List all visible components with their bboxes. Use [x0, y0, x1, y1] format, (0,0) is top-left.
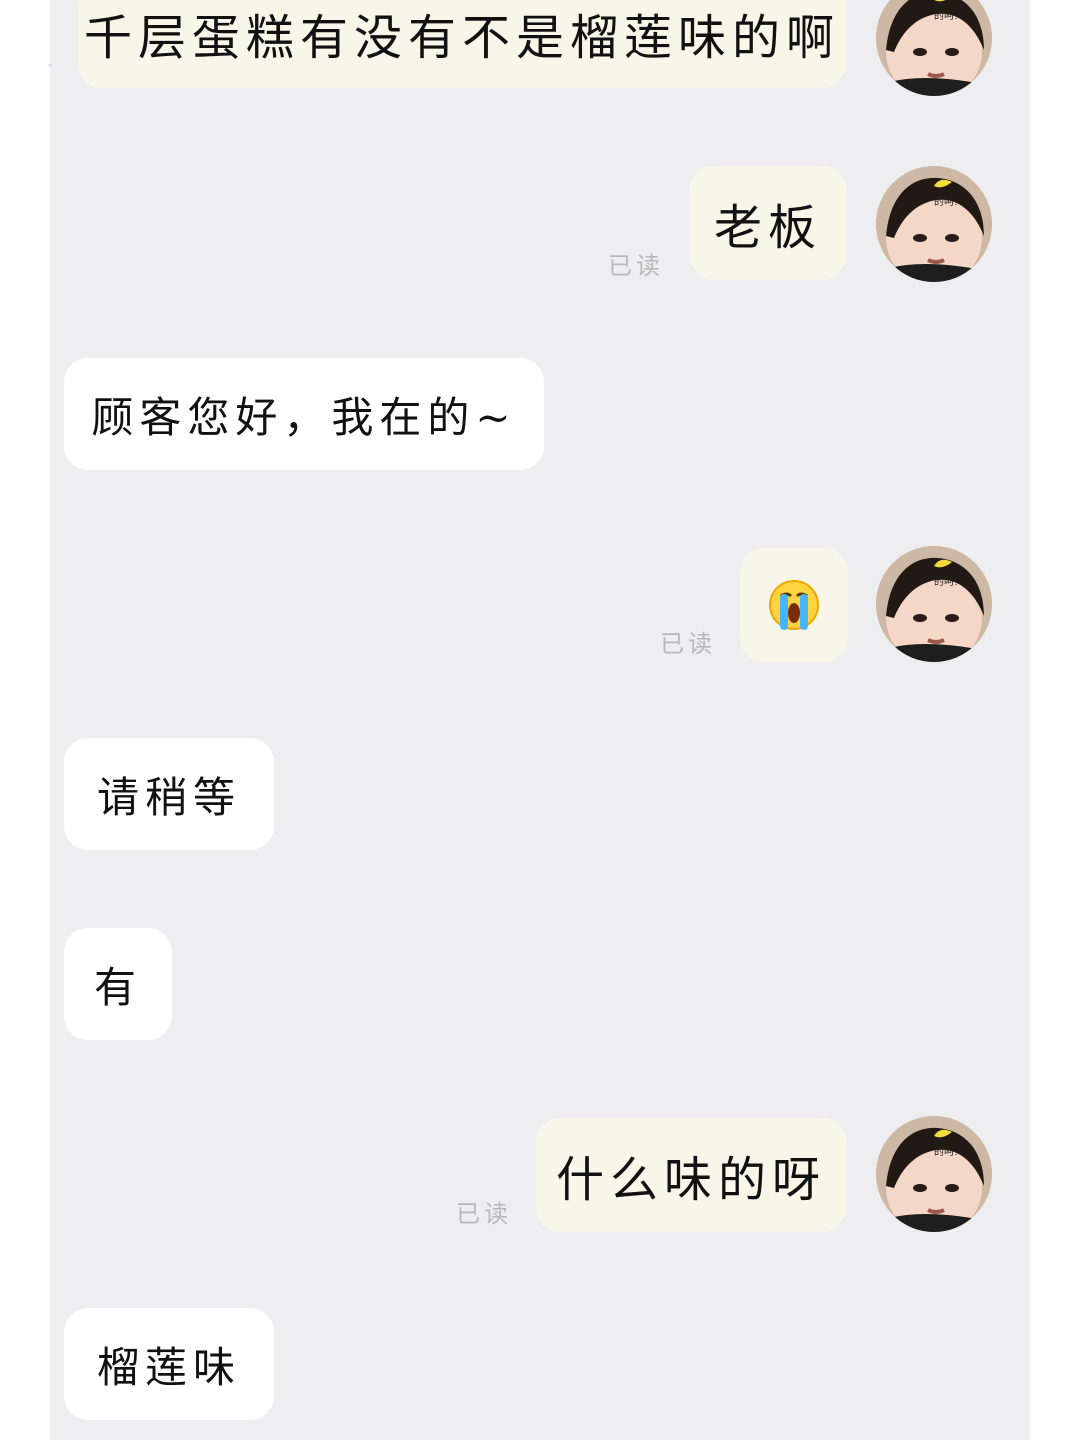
read-status-label: 已读 — [608, 252, 664, 280]
avatar[interactable]: 的呵! — [876, 1116, 992, 1232]
message-bubble: 什么味的呀 — [536, 1118, 846, 1232]
message-outgoing[interactable]: 什么味的呀 — [536, 1118, 846, 1232]
avatar[interactable]: 的呵! — [876, 166, 992, 282]
message-incoming[interactable]: 请稍等 — [64, 738, 274, 850]
edge-mark: ˇ — [47, 63, 53, 77]
avatar-caption: 的呵! — [934, 575, 958, 588]
message-bubble: 千层蛋糕有没有不是榴莲味的啊 — [78, 0, 846, 88]
message-outgoing[interactable] — [740, 548, 848, 662]
avatar-caption: 的呵! — [934, 9, 958, 22]
child-avatar-icon: 的呵! — [876, 1116, 992, 1232]
message-bubble: 老板 — [690, 166, 846, 280]
avatar-caption: 的呵! — [934, 195, 958, 208]
message-outgoing[interactable]: 千层蛋糕有没有不是榴莲味的啊 — [78, 0, 846, 88]
message-outgoing[interactable]: 老板 — [690, 166, 846, 280]
read-status-label: 已读 — [456, 1200, 512, 1228]
emoji-bubble — [740, 548, 848, 662]
message-bubble: 请稍等 — [64, 738, 274, 850]
avatar-caption: 的呵! — [934, 1145, 958, 1158]
message-incoming[interactable]: 顾客您好，我在的~ — [64, 358, 544, 470]
avatar[interactable]: 的呵! — [876, 546, 992, 662]
crying-face-icon — [769, 580, 819, 630]
message-bubble: 顾客您好，我在的~ — [64, 358, 544, 470]
message-bubble: 有 — [64, 928, 172, 1040]
child-avatar-icon: 的呵! — [876, 546, 992, 662]
child-avatar-icon: 的呵! — [876, 166, 992, 282]
message-bubble: 榴莲味 — [64, 1308, 274, 1420]
message-incoming[interactable]: 榴莲味 — [64, 1308, 274, 1420]
message-incoming[interactable]: 有 — [64, 928, 172, 1040]
read-status-label: 已读 — [660, 630, 716, 658]
